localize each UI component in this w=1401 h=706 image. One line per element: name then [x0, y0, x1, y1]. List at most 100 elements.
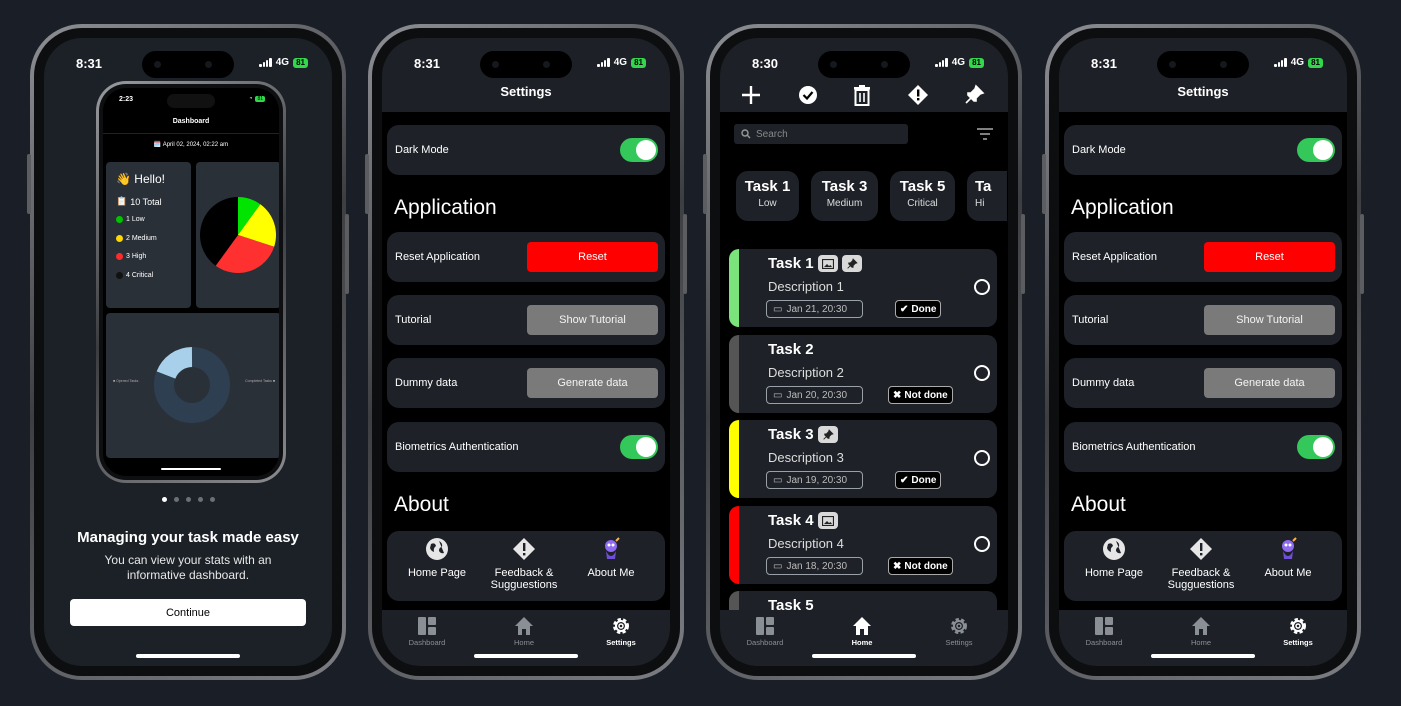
chip-task-partial[interactable]: Ta Hi: [967, 171, 1007, 221]
task-row[interactable]: Task 1 Description 1 ▭ Jan 21, 20:30 ✔ Don…: [729, 249, 997, 327]
about-feedback[interactable]: Feedback & Sugguestions: [479, 537, 569, 591]
chip-task-3[interactable]: Task 3 Medium: [811, 171, 878, 221]
biometrics-row: Biometrics Authentication: [1064, 422, 1342, 472]
pin-icon[interactable]: [963, 84, 985, 106]
task-select-radio[interactable]: [974, 279, 990, 295]
network-label: 4G: [951, 57, 966, 68]
task-title: Task 1: [768, 255, 862, 272]
chip-task-1[interactable]: Task 1 Low: [736, 171, 799, 221]
priority-bar: [729, 420, 739, 498]
dashboard-icon: [1095, 617, 1113, 635]
dashboard-preview: 2:23 ◔ 81 Dashboard 🗓️ April 02, 2024, 02…: [96, 81, 286, 483]
priority-bar: [729, 249, 739, 327]
search-input[interactable]: Search: [734, 124, 908, 144]
yellow-dot-icon: [116, 235, 123, 242]
dark-mode-toggle[interactable]: [620, 138, 658, 162]
network-label: 4G: [613, 57, 628, 68]
dummy-data-label: Dummy data: [1072, 377, 1135, 389]
priority-bar: [729, 335, 739, 413]
reset-button[interactable]: Reset: [527, 242, 658, 272]
check-icon[interactable]: [797, 84, 819, 106]
task-select-radio[interactable]: [974, 450, 990, 466]
task-date: ▭ Jan 18, 20:30: [766, 557, 863, 575]
signal-icon: [1274, 58, 1287, 67]
show-tutorial-button[interactable]: Show Tutorial: [1204, 305, 1335, 335]
tab-dashboard[interactable]: Dashboard: [1064, 616, 1144, 647]
pin-icon: [817, 426, 838, 443]
tutorial-row: Tutorial Show Tutorial: [387, 295, 665, 345]
biometrics-toggle[interactable]: [1297, 435, 1335, 459]
tab-home[interactable]: Home: [822, 616, 902, 647]
task-title: Task 4: [768, 512, 838, 529]
home-icon: [853, 617, 871, 635]
biometrics-toggle[interactable]: [620, 435, 658, 459]
task-description: Description 2: [768, 365, 844, 380]
wifi-icon: ◔: [248, 96, 253, 102]
home-icon: [1192, 617, 1210, 635]
page-title: Settings: [500, 84, 552, 99]
task-date: ▭ Jan 21, 20:30: [766, 300, 863, 318]
mini-stat-medium: 2 Medium: [116, 235, 157, 242]
green-dot-icon: [116, 216, 123, 223]
check-circle-icon: ✔: [900, 303, 909, 315]
battery-icon: 81: [1308, 57, 1323, 68]
generate-data-button[interactable]: Generate data: [527, 368, 658, 398]
task-select-radio[interactable]: [974, 536, 990, 552]
dashboard-icon: [756, 617, 774, 635]
phone-settings-2: 8:31 4G 81 Settings Dark Mode Applicatio…: [1042, 24, 1364, 680]
task-description: Description 4: [768, 536, 844, 551]
status-time: 8:30: [752, 56, 779, 71]
mini-pie-card: [196, 162, 279, 308]
task-select-radio[interactable]: [974, 365, 990, 381]
home-indicator: [474, 654, 578, 658]
about-me[interactable]: About Me: [1243, 537, 1333, 579]
about-me[interactable]: About Me: [566, 537, 656, 579]
home-indicator: [1151, 654, 1255, 658]
tab-settings[interactable]: Settings: [1258, 616, 1338, 647]
chip-task-5[interactable]: Task 5 Critical: [890, 171, 955, 221]
tab-dashboard[interactable]: Dashboard: [387, 616, 467, 647]
reset-row: Reset Application Reset: [1064, 232, 1342, 282]
tab-dashboard[interactable]: Dashboard: [725, 616, 805, 647]
dark-mode-label: Dark Mode: [395, 144, 449, 156]
page-dots[interactable]: [44, 497, 332, 502]
status-time: 8:31: [76, 56, 103, 71]
page-dot-1: [161, 497, 167, 502]
show-tutorial-button[interactable]: Show Tutorial: [527, 305, 658, 335]
clipboard-icon: 📋: [116, 196, 128, 206]
avatar-icon: [605, 537, 620, 559]
mini-donut-chart: [154, 347, 230, 423]
tab-settings[interactable]: Settings: [919, 616, 999, 647]
task-row[interactable]: Task 2 Description 2 ▭ Jan 20, 20:30 ✖ Not…: [729, 335, 997, 413]
tab-home[interactable]: Home: [1161, 616, 1241, 647]
avatar-icon: [1282, 537, 1297, 559]
signal-icon: [259, 58, 272, 67]
generate-data-button[interactable]: Generate data: [1204, 368, 1335, 398]
image-icon: [817, 255, 838, 272]
task-row[interactable]: Task 4 Description 4 ▭ Jan 18, 20:30 ✖ Not…: [729, 506, 997, 584]
biometrics-row: Biometrics Authentication: [387, 422, 665, 472]
tab-home[interactable]: Home: [484, 616, 564, 647]
tab-settings[interactable]: Settings: [581, 616, 661, 647]
dynamic-island: [142, 51, 234, 78]
battery-icon: 81: [969, 57, 984, 68]
continue-button[interactable]: Continue: [70, 599, 306, 626]
reset-button[interactable]: Reset: [1204, 242, 1335, 272]
about-home-page[interactable]: Home Page: [392, 537, 482, 579]
dark-mode-toggle[interactable]: [1297, 138, 1335, 162]
sort-icon[interactable]: [976, 127, 994, 141]
priority-icon[interactable]: [907, 84, 929, 106]
mini-donut-card: ■ Opened Tasks Completed Tasks ■: [106, 313, 279, 458]
mini-stat-critical: 4 Critical: [116, 272, 153, 279]
trash-icon[interactable]: [851, 84, 873, 106]
about-feedback[interactable]: Feedback & Sugguestions: [1156, 537, 1246, 591]
about-home-page[interactable]: Home Page: [1069, 537, 1159, 579]
network-label: 4G: [1290, 57, 1305, 68]
search-icon: [741, 129, 751, 139]
gear-icon: [951, 618, 967, 634]
onboarding-subtitle: You can view your stats with an informat…: [104, 553, 272, 582]
add-icon[interactable]: [740, 84, 762, 106]
task-row[interactable]: Task 3 Description 3 ▭ Jan 19, 20:30 ✔ Don…: [729, 420, 997, 498]
calendar-icon: ▭: [773, 560, 783, 572]
onboarding-title: Managing your task made easy: [77, 529, 299, 546]
